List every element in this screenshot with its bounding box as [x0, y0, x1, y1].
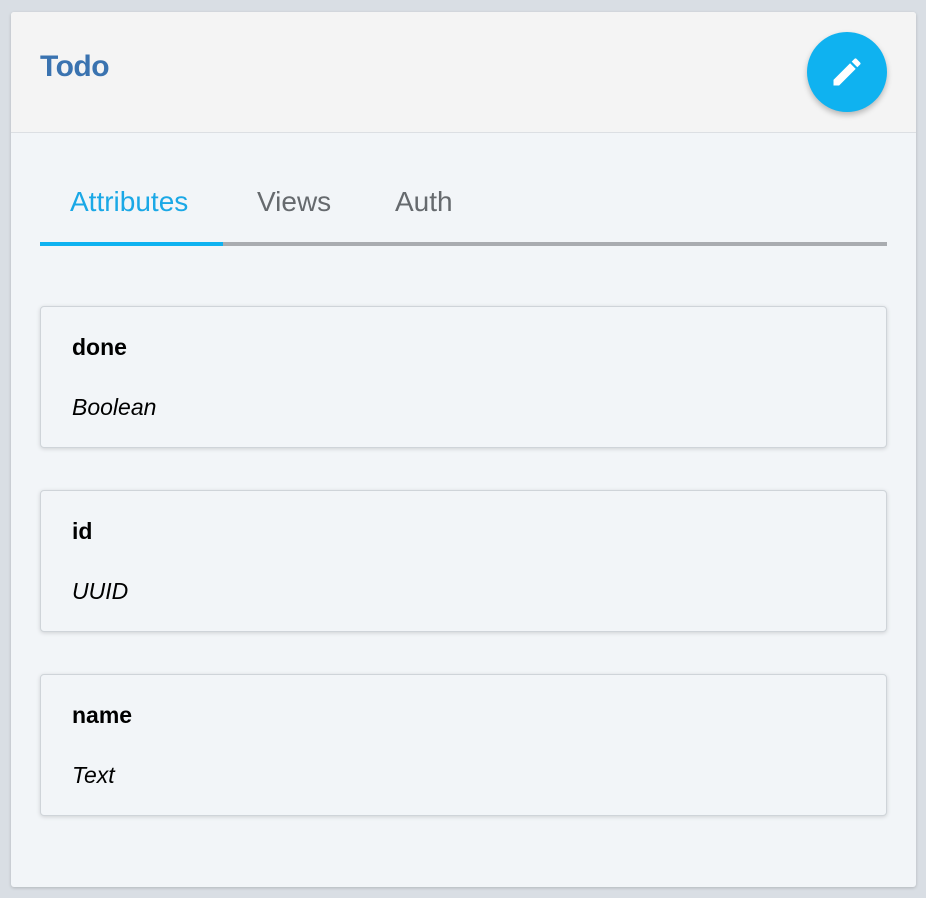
- attribute-name: name: [72, 702, 133, 728]
- tab-auth[interactable]: Auth: [395, 186, 453, 218]
- page-title: Todo: [40, 50, 110, 83]
- attribute-name: done: [72, 334, 127, 360]
- attribute-name: id: [72, 518, 93, 544]
- attribute-type: Boolean: [72, 394, 157, 420]
- attribute-type: UUID: [72, 578, 129, 604]
- pencil-icon: [833, 58, 861, 86]
- active-tab-indicator: [40, 242, 223, 246]
- card-header: Todo: [11, 12, 916, 133]
- attribute-card-name[interactable]: name Text: [40, 674, 887, 816]
- attribute-card-done[interactable]: done Boolean: [40, 306, 887, 448]
- edit-button[interactable]: [807, 32, 887, 112]
- tab-attributes[interactable]: Attributes: [70, 186, 188, 218]
- tab-views[interactable]: Views: [257, 186, 331, 218]
- attribute-card-id[interactable]: id UUID: [40, 490, 887, 632]
- tab-bar: Attributes Views Auth: [40, 180, 887, 246]
- attribute-type: Text: [72, 762, 115, 788]
- entity-card: Todo Attributes Views Auth done Boolean …: [11, 12, 916, 887]
